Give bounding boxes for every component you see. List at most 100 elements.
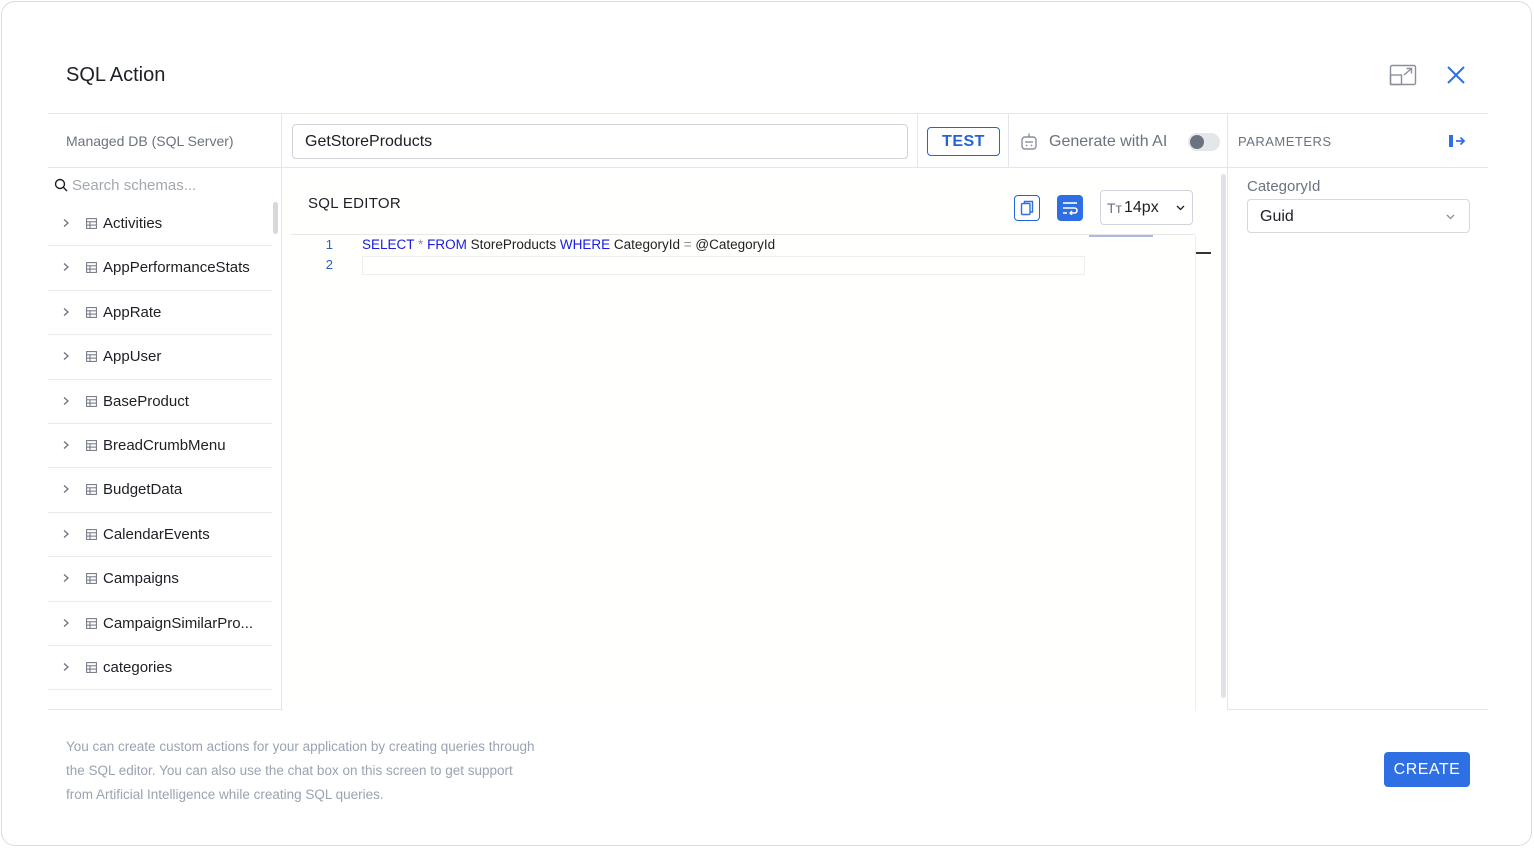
sql-identifier: StoreProducts xyxy=(470,237,557,252)
toolbar-divider xyxy=(48,167,1488,168)
schema-table-item[interactable]: AppUser xyxy=(48,335,272,380)
schema-table-item[interactable]: BreadCrumbMenu xyxy=(48,424,272,469)
chevron-right-icon[interactable] xyxy=(62,573,70,583)
search-icon xyxy=(54,178,68,192)
help-text-line: You can create custom actions for your a… xyxy=(66,739,535,754)
chevron-down-icon xyxy=(1446,214,1455,220)
table-icon xyxy=(86,528,97,540)
current-line-highlight xyxy=(362,256,1085,275)
database-label: Managed DB (SQL Server) xyxy=(66,133,234,149)
parameter-type-value: Guid xyxy=(1260,208,1294,225)
table-icon xyxy=(86,351,97,363)
schema-table-label: Campaigns xyxy=(103,570,179,588)
sql-keyword: SELECT xyxy=(362,237,415,252)
font-size-value: 14px xyxy=(1124,199,1159,216)
schema-table-item[interactable]: AppRate xyxy=(48,291,272,336)
sql-keyword: WHERE xyxy=(559,237,611,252)
schema-table-label: categories xyxy=(103,658,173,676)
schema-table-item[interactable]: CalendarEvents xyxy=(48,513,272,558)
schema-table-label: Activities xyxy=(103,215,163,232)
schema-table-label: CampaignSimilarPro... xyxy=(103,614,254,632)
table-icon xyxy=(86,662,97,673)
parameter-type-select[interactable]: Guid xyxy=(1247,199,1470,233)
toolbar-divider-2 xyxy=(1008,114,1009,168)
editor-title: SQL EDITOR xyxy=(308,195,402,212)
minimap-line xyxy=(1089,235,1153,237)
schema-table-item[interactable]: CampaignSimilarPro... xyxy=(48,602,272,646)
schema-table-label: AppRate xyxy=(103,303,162,321)
toggle-knob xyxy=(1190,135,1204,149)
collapse-panel-icon[interactable] xyxy=(1448,133,1466,149)
generate-ai-label: Generate with AI xyxy=(1049,133,1168,150)
schema-table-label: BaseProduct xyxy=(103,392,189,410)
action-name-input[interactable] xyxy=(292,124,908,159)
help-text-line: from Artificial Intelligence while creat… xyxy=(66,787,384,802)
robot-icon xyxy=(1020,132,1038,152)
toolbar-divider-1 xyxy=(917,114,918,168)
schema-table-item[interactable]: BudgetData xyxy=(48,468,272,513)
code-line-1: SELECT * FROM StoreProducts WHERE Catego… xyxy=(362,237,775,252)
schema-table-item[interactable]: Campaigns xyxy=(48,557,272,602)
chevron-right-icon[interactable] xyxy=(62,262,70,272)
schema-table-label: BudgetData xyxy=(103,481,183,499)
line-number: 2 xyxy=(325,257,333,272)
minimap-separator xyxy=(1195,235,1196,711)
chevron-right-icon[interactable] xyxy=(62,440,70,450)
chevron-down-icon xyxy=(1176,205,1185,211)
expand-window-icon[interactable] xyxy=(1388,60,1418,90)
left-panel-divider xyxy=(281,114,282,710)
close-icon[interactable] xyxy=(1441,60,1471,90)
help-text-line: the SQL editor. You can also use the cha… xyxy=(66,763,513,778)
schema-table-item[interactable]: AppPerformanceStats xyxy=(48,246,272,291)
chevron-right-icon[interactable] xyxy=(62,662,70,672)
table-icon xyxy=(86,262,97,274)
sql-action-dialog: SQL Action Managed DB (SQL Server) TEST … xyxy=(1,1,1532,846)
table-icon xyxy=(86,617,97,629)
chevron-right-icon[interactable] xyxy=(62,351,70,361)
schema-search-input[interactable] xyxy=(72,174,272,196)
schema-table-label: CalendarEvents xyxy=(103,525,210,543)
create-button[interactable]: CREATE xyxy=(1384,752,1470,787)
sql-keyword: FROM xyxy=(427,237,467,252)
schema-tree: Activities AppPerformanceStats AppRate AppU… xyxy=(48,202,272,698)
line-number: 1 xyxy=(325,237,333,252)
code-editor[interactable]: 1 2 SELECT * FROM StoreProducts WHERE Ca… xyxy=(291,234,1211,711)
right-panel-divider xyxy=(1227,114,1228,710)
header-divider xyxy=(48,113,1488,114)
chevron-right-icon[interactable] xyxy=(62,484,70,494)
font-size-select[interactable]: Tт 14px xyxy=(1100,190,1193,225)
table-icon xyxy=(86,484,97,496)
table-icon xyxy=(86,395,97,407)
help-text: You can create custom actions for your a… xyxy=(66,735,566,807)
word-wrap-icon[interactable] xyxy=(1057,195,1083,221)
sql-identifier: CategoryId xyxy=(613,237,680,252)
overview-ruler-cursor xyxy=(1196,252,1211,254)
editor-scrollbar[interactable] xyxy=(1221,174,1226,698)
chevron-right-icon[interactable] xyxy=(62,529,70,539)
parameters-heading: PARAMETERS xyxy=(1238,134,1332,149)
sql-operator: = xyxy=(683,237,692,252)
chevron-right-icon[interactable] xyxy=(62,618,70,628)
font-size-icon: Tт xyxy=(1107,200,1122,216)
test-button[interactable]: TEST xyxy=(927,127,1000,156)
schema-scrollbar[interactable] xyxy=(273,202,278,234)
dialog-title: SQL Action xyxy=(66,64,166,86)
schema-table-label: AppPerformanceStats xyxy=(103,259,250,277)
chevron-right-icon[interactable] xyxy=(62,218,70,228)
table-icon xyxy=(86,440,97,451)
schema-table-item[interactable]: categories xyxy=(48,646,272,691)
schema-table-label: BreadCrumbMenu xyxy=(103,436,226,454)
sql-parameter: @CategoryId xyxy=(695,237,776,252)
generate-ai-toggle[interactable] xyxy=(1188,133,1220,151)
table-icon xyxy=(86,306,97,318)
table-icon xyxy=(86,218,97,229)
sql-operator: * xyxy=(418,237,424,252)
chevron-right-icon[interactable] xyxy=(62,307,70,317)
chevron-right-icon[interactable] xyxy=(62,396,70,406)
schema-table-item[interactable]: Activities xyxy=(48,202,272,247)
table-icon xyxy=(86,573,97,585)
schema-table-item[interactable]: BaseProduct xyxy=(48,380,272,424)
copy-icon[interactable] xyxy=(1014,195,1040,221)
schema-table-label: AppUser xyxy=(103,348,162,366)
parameter-name: CategoryId xyxy=(1247,178,1321,195)
